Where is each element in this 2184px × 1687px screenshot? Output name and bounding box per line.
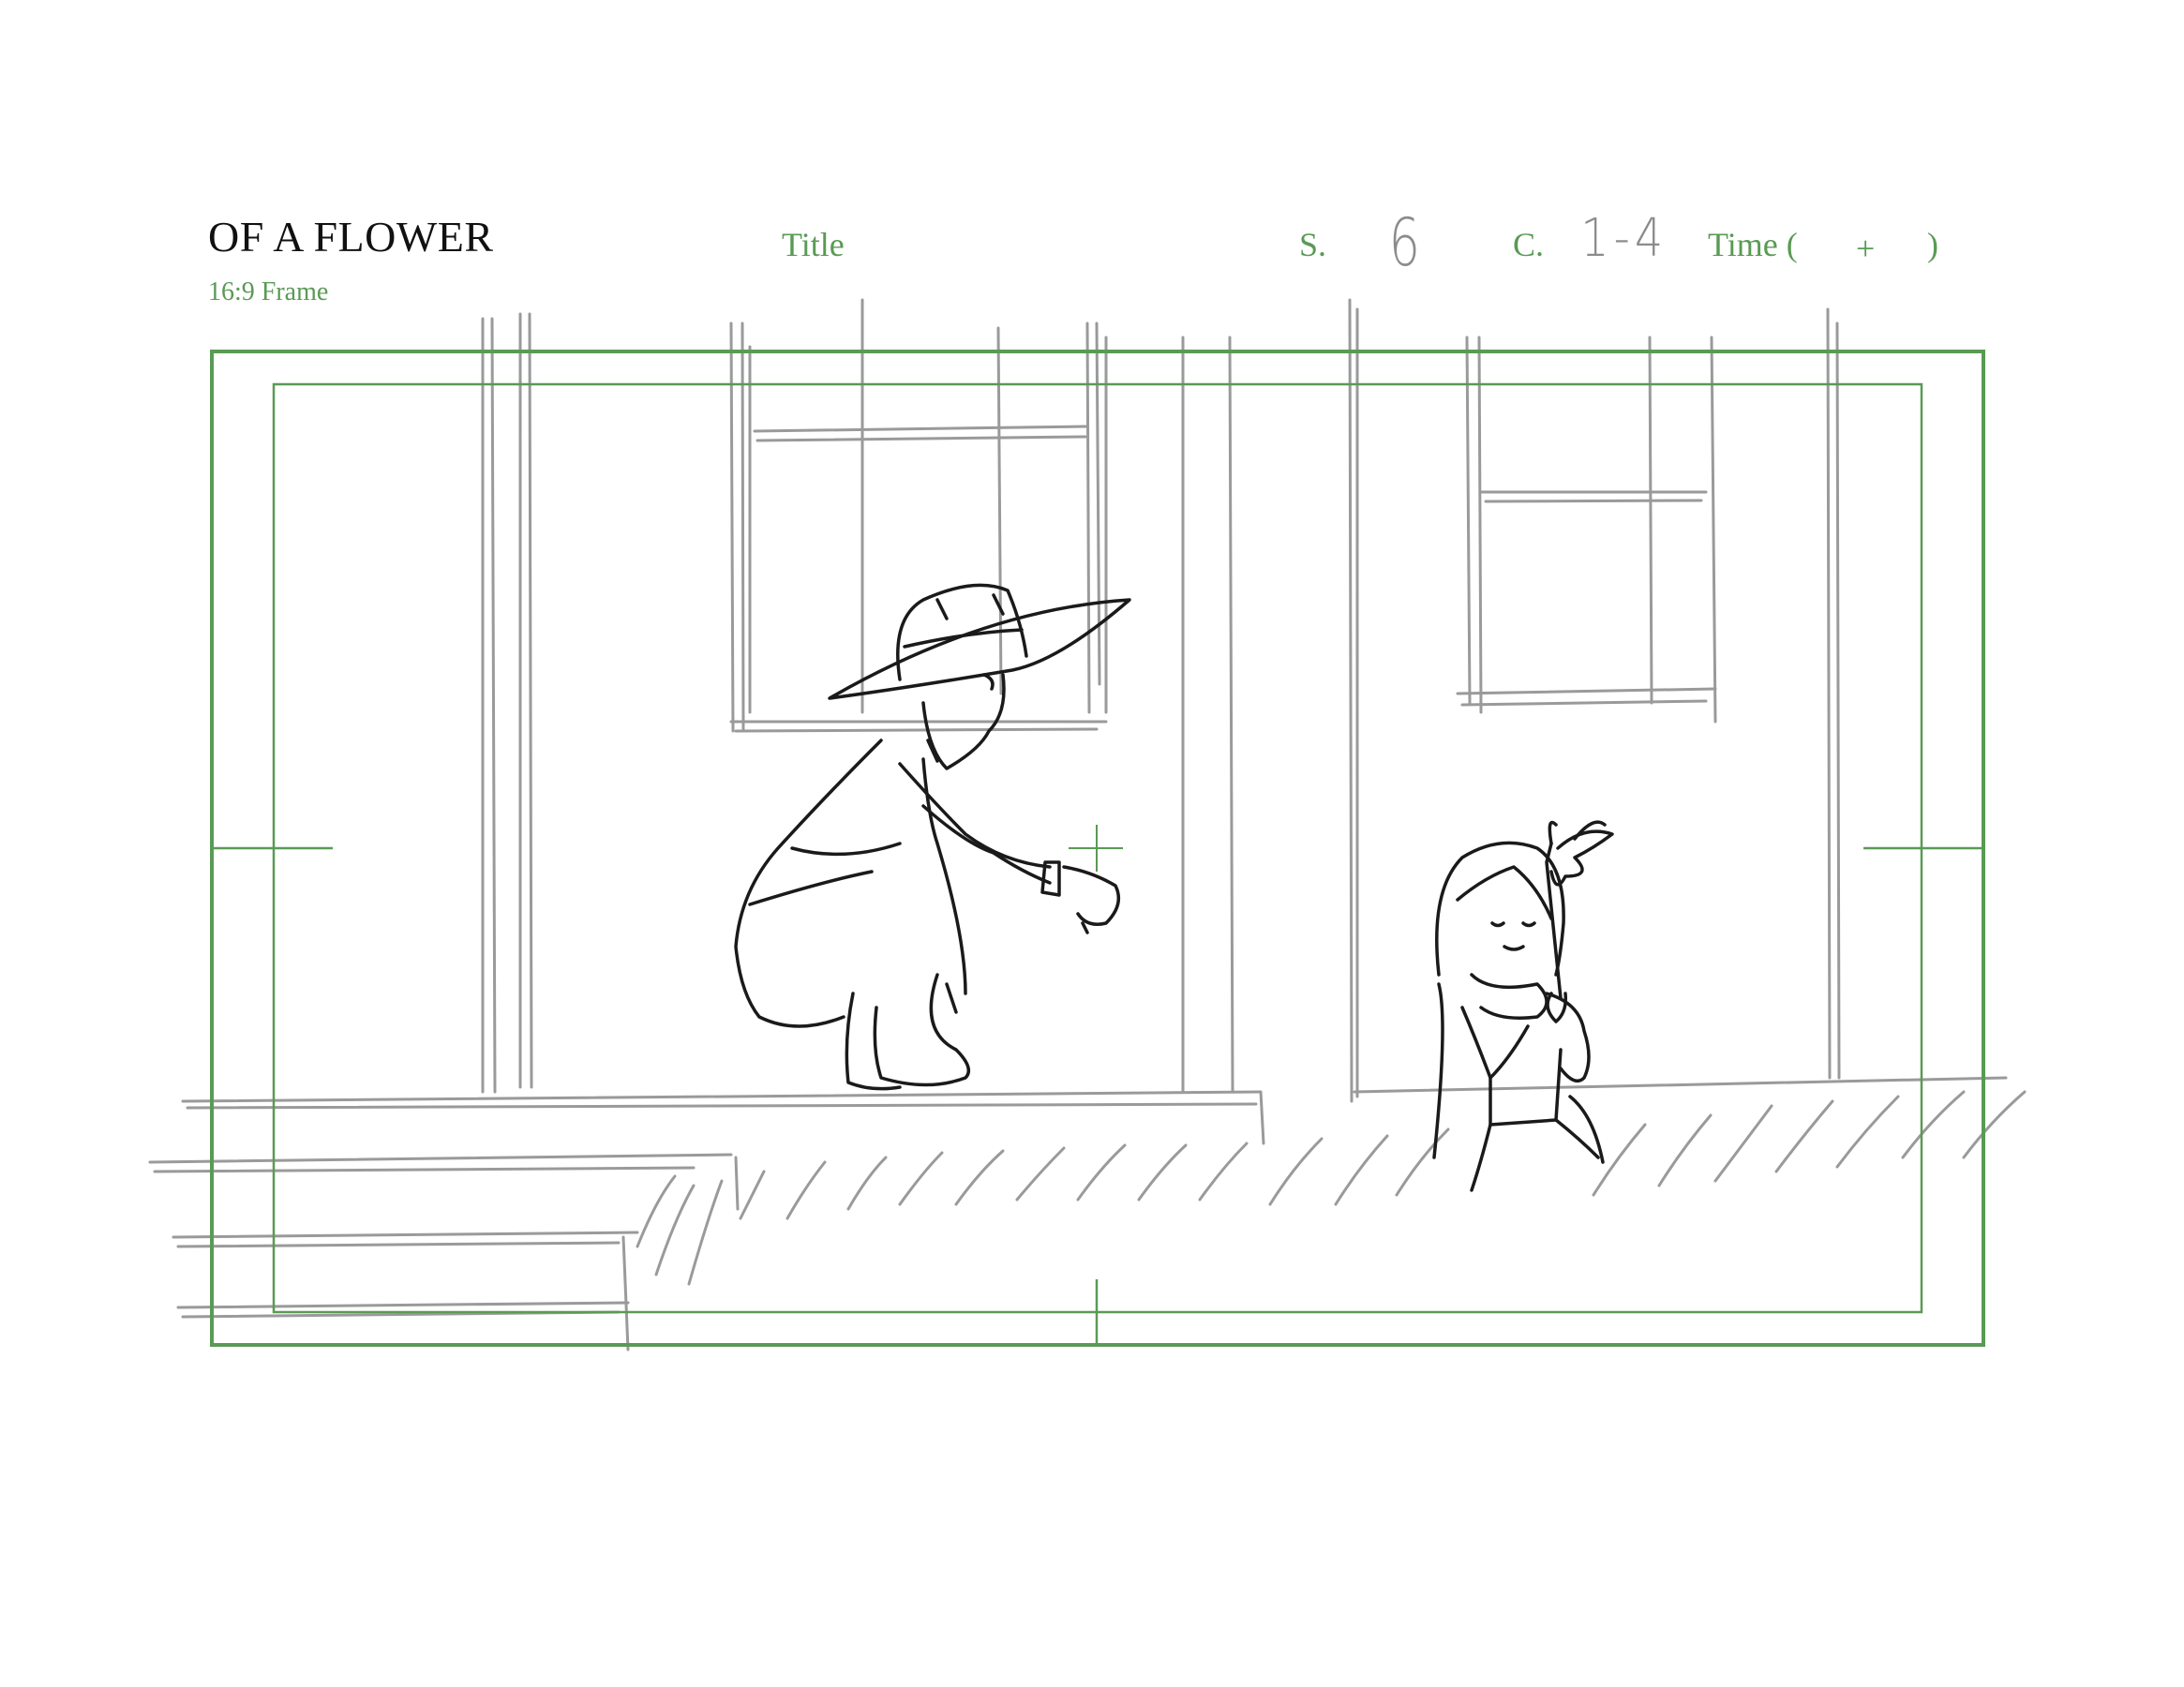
background-sketch (148, 298, 2027, 1351)
girl-figure (1432, 820, 1614, 1192)
storyboard-panel (148, 298, 2027, 1351)
woman-figure (734, 583, 1131, 1091)
